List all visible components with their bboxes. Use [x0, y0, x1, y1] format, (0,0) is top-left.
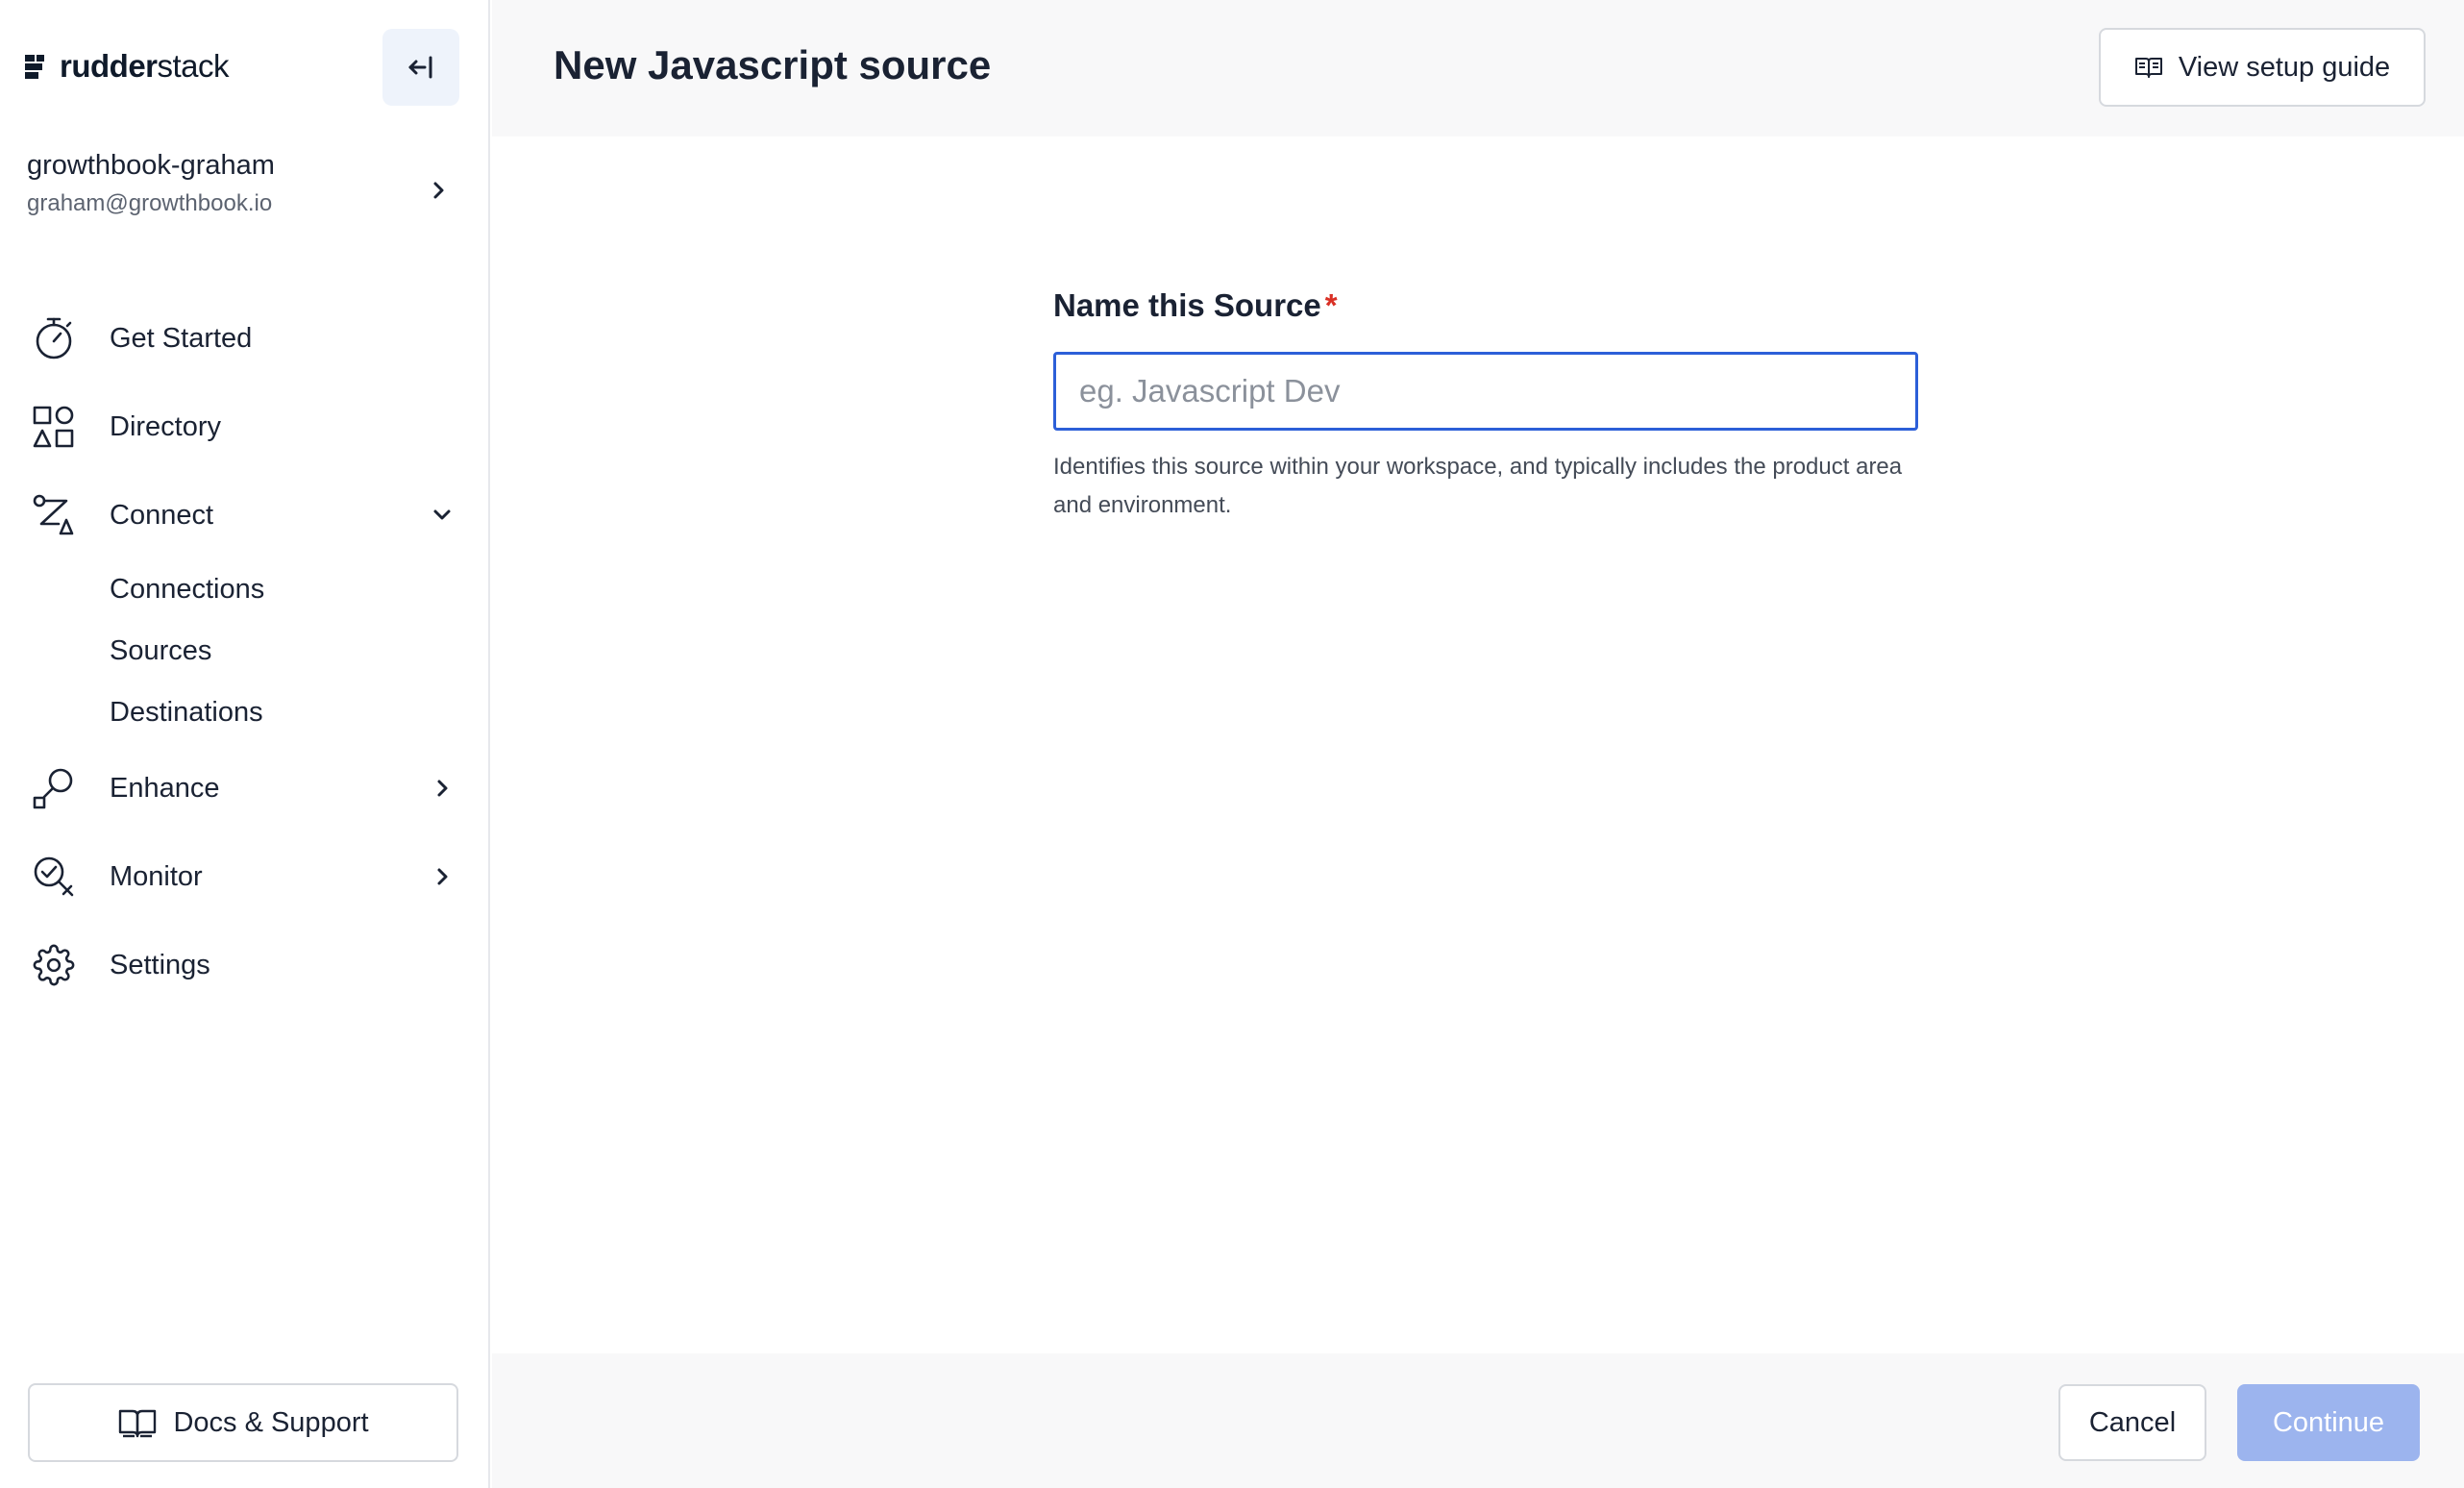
rudderstack-logo[interactable]: rudderstack: [25, 48, 230, 85]
monitor-icon: [27, 850, 81, 904]
workspace-switcher[interactable]: growthbook-graham graham@growthbook.io: [27, 144, 450, 231]
nav-item-directory[interactable]: Directory: [27, 396, 461, 458]
collapse-arrow-icon: [408, 56, 432, 79]
view-setup-guide-button[interactable]: View setup guide: [2099, 28, 2426, 107]
stopwatch-icon: [27, 311, 81, 365]
nav-item-get-started[interactable]: Get Started: [27, 308, 461, 369]
cancel-button[interactable]: Cancel: [2058, 1384, 2206, 1461]
nav-item-monitor[interactable]: Monitor: [27, 846, 461, 907]
docs-support-button[interactable]: Docs & Support: [28, 1383, 458, 1462]
source-name-input[interactable]: [1053, 352, 1918, 431]
nav-item-enhance[interactable]: Enhance: [27, 757, 461, 819]
gear-icon: [27, 938, 81, 992]
collapse-sidebar-button[interactable]: [382, 29, 459, 106]
sidebar-subitem-connections[interactable]: Connections: [110, 567, 264, 611]
workspace-email: graham@growthbook.io: [27, 190, 273, 216]
nav-label-enhance: Enhance: [110, 772, 220, 804]
sidebar-subitem-destinations[interactable]: Destinations: [110, 690, 263, 734]
continue-button[interactable]: Continue: [2237, 1384, 2420, 1461]
nav-label-monitor: Monitor: [110, 860, 203, 892]
chevron-right-icon: [437, 780, 448, 797]
sidebar: rudderstack growthbook-graham graham@gro…: [0, 0, 490, 1488]
shapes-icon: [27, 400, 81, 454]
form-footer: Cancel Continue: [492, 1353, 2464, 1488]
view-setup-guide-label: View setup guide: [2178, 51, 2391, 83]
chevron-right-icon: [437, 868, 448, 885]
source-name-help-text: Identifies this source within your works…: [1053, 454, 1903, 518]
book-open-icon: [2134, 58, 2162, 78]
nav-label-directory: Directory: [110, 410, 222, 442]
connect-icon: [27, 488, 81, 542]
nav-label-get-started: Get Started: [110, 322, 253, 354]
nav-item-connect[interactable]: Connect: [27, 484, 461, 546]
page-header: New Javascript source View setup guide: [492, 0, 2464, 136]
book-icon: [119, 1409, 157, 1438]
docs-support-label: Docs & Support: [173, 1406, 369, 1438]
enhance-icon: [27, 761, 81, 815]
required-asterisk: *: [1324, 287, 1338, 323]
nav-label-connect: Connect: [110, 499, 214, 531]
nav-item-settings[interactable]: Settings: [27, 934, 461, 996]
page-title: New Javascript source: [554, 42, 992, 87]
source-form: Name this Source* Identifies this source…: [1053, 279, 1918, 525]
chevron-right-icon: [433, 182, 444, 199]
source-name-label: Name this Source *: [1053, 287, 1338, 323]
nav-label-settings: Settings: [110, 949, 210, 980]
rudderstack-logo-icon: [25, 55, 44, 79]
brand-name: rudderstack: [60, 48, 230, 84]
chevron-down-icon: [433, 509, 451, 520]
sidebar-subitem-sources[interactable]: Sources: [110, 629, 211, 673]
workspace-name: growthbook-graham: [27, 150, 275, 181]
